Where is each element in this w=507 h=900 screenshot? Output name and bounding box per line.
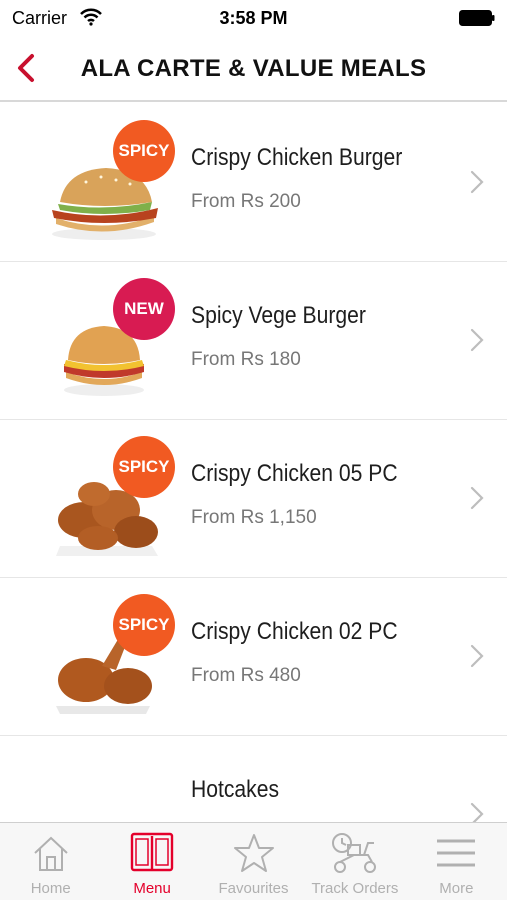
chevron-right-icon [470,486,484,510]
item-name: Hotcakes [191,776,280,803]
new-badge: NEW [113,278,175,340]
item-name: Crispy Chicken Burger [191,144,403,171]
item-name: Spicy Vege Burger [191,302,366,329]
tab-more[interactable]: More [406,823,507,900]
chevron-right-icon [470,644,484,668]
tab-bar: Home Menu Favourites Track Orders More [0,822,507,900]
tab-menu-label: Menu [133,880,171,897]
clock: 3:58 PM [219,8,288,28]
menu-item-row[interactable]: NEW Spicy Vege Burger From Rs 180 [0,262,507,420]
spicy-badge: SPICY [113,436,175,498]
hotcakes-image [46,754,176,822]
menu-item-row[interactable]: SPICY Crispy Chicken Burger From Rs 200 [0,104,507,262]
tab-menu[interactable]: Menu [101,823,202,900]
tab-track-orders[interactable]: Track Orders [304,823,405,900]
item-price: From Rs 480 [191,665,301,686]
battery-icon [459,10,495,26]
hamburger-icon [437,839,476,867]
star-icon [233,834,274,872]
tab-home-label: Home [30,880,71,897]
navigation-bar: ALA CARTE & VALUE MEALS [0,38,507,102]
item-price: From Rs 200 [191,191,301,212]
menu-item-row[interactable]: Hotcakes [0,736,507,822]
item-price: From Rs 1,150 [191,507,317,528]
tab-favourites[interactable]: Favourites [203,823,304,900]
item-name: Crispy Chicken 02 PC [191,618,398,645]
spicy-badge: SPICY [113,594,175,656]
menu-list[interactable]: SPICY Crispy Chicken Burger From Rs 200 … [0,104,507,822]
chevron-right-icon [470,170,484,194]
tab-home[interactable]: Home [0,823,101,900]
item-price: From Rs 180 [191,349,301,370]
chevron-right-icon [470,802,484,822]
tab-track-orders-label: Track Orders [311,880,399,897]
spicy-badge: SPICY [113,120,175,182]
book-icon [130,832,174,872]
home-icon [34,836,68,871]
scooter-icon [331,833,376,873]
tab-more-label: More [439,880,474,897]
page-title: ALA CARTE & VALUE MEALS [80,55,427,82]
status-bar: Carrier 3:58 PM [0,0,507,38]
menu-item-row[interactable]: SPICY Crispy Chicken 05 PC From Rs 1,150 [0,420,507,578]
chevron-right-icon [470,328,484,352]
tab-favourites-label: Favourites [218,880,289,897]
item-name: Crispy Chicken 05 PC [191,460,398,487]
menu-item-row[interactable]: SPICY Crispy Chicken 02 PC From Rs 480 [0,578,507,736]
